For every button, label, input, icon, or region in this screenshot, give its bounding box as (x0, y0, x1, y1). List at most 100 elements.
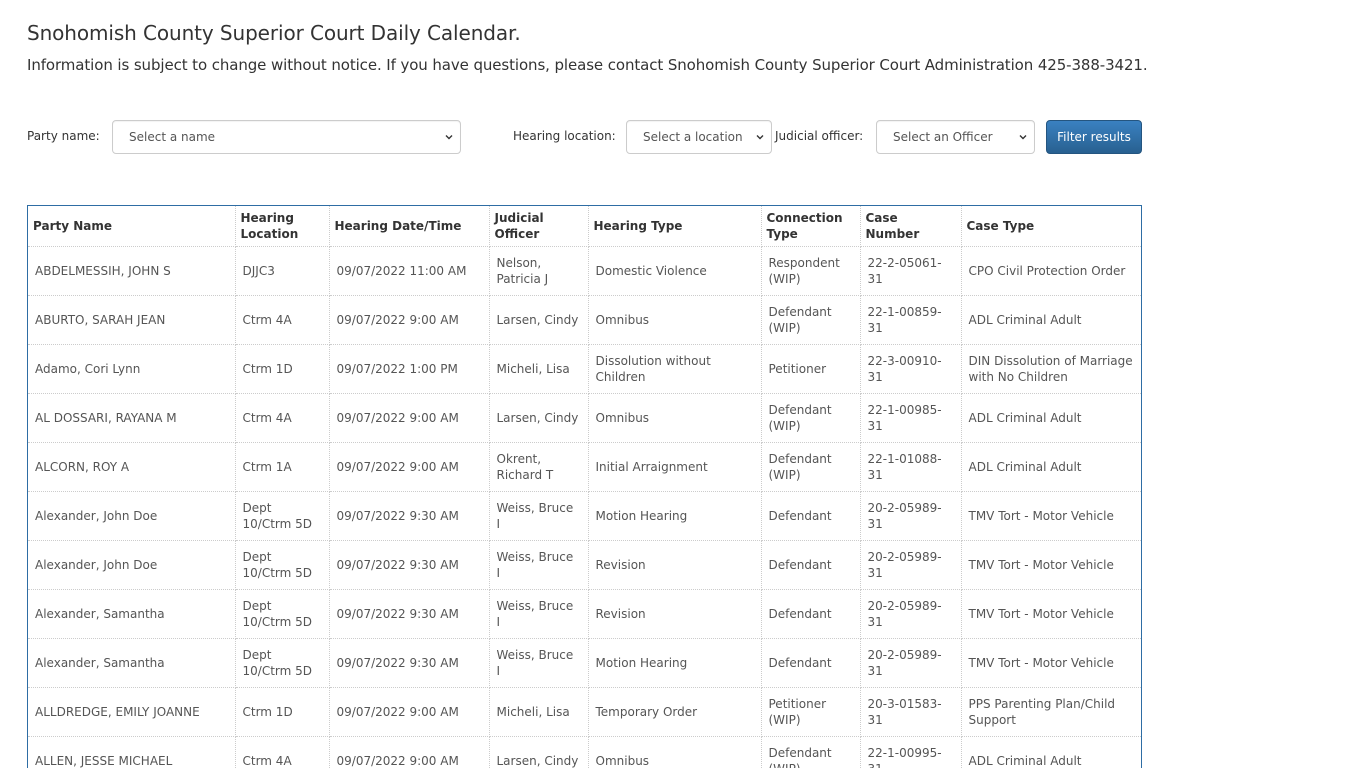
cell-connection-type: Defendant (761, 540, 861, 590)
judicial-officer-select[interactable]: Select an Officer (876, 120, 1035, 154)
cell-connection-type: Defendant (761, 638, 861, 688)
cell-case-type: PPS Parenting Plan/Child Support (961, 687, 1141, 737)
judicial-officer-label: Judicial officer: (775, 129, 864, 143)
cell-hearing-type: Domestic Violence (588, 246, 762, 296)
cell-hearing-location: DJJC3 (235, 246, 330, 296)
cell-hearing-location: Dept 10/Ctrm 5D (235, 540, 330, 590)
chevron-down-icon (445, 135, 453, 140)
cell-case-type: ADL Criminal Adult (961, 736, 1141, 768)
cell-hearing-type: Initial Arraignment (588, 442, 762, 492)
cell-judicial-officer: Larsen, Cindy (489, 295, 589, 345)
cell-connection-type: Defendant (761, 491, 861, 541)
cell-hearing-date-time: 09/07/2022 9:30 AM (329, 638, 490, 688)
party-name-select-value: Select a name (129, 130, 216, 144)
cell-hearing-location: Ctrm 1A (235, 442, 330, 492)
cell-connection-type: Petitioner (WIP) (761, 687, 861, 737)
chevron-down-icon (1019, 135, 1027, 140)
table-row: ALLEN, JESSE MICHAEL Ctrm 4A 09/07/2022 … (28, 736, 1141, 768)
cell-case-number: 22-1-00985-31 (860, 393, 962, 443)
filter-results-button[interactable]: Filter results (1046, 120, 1142, 154)
column-header-judicial-officer[interactable]: Judicial Officer (489, 206, 589, 247)
cell-case-type: CPO Civil Protection Order (961, 246, 1141, 296)
cell-connection-type: Defendant (WIP) (761, 442, 861, 492)
cell-case-type: ADL Criminal Adult (961, 442, 1141, 492)
cell-hearing-date-time: 09/07/2022 9:00 AM (329, 736, 490, 768)
column-header-hearing-location[interactable]: Hearing Location (235, 206, 330, 247)
column-header-connection-type[interactable]: Connection Type (761, 206, 861, 247)
cell-hearing-location: Ctrm 4A (235, 736, 330, 768)
cell-case-type: ADL Criminal Adult (961, 295, 1141, 345)
table-row: Alexander, Samantha Dept 10/Ctrm 5D 09/0… (28, 589, 1141, 639)
cell-case-type: TMV Tort - Motor Vehicle (961, 491, 1141, 541)
cell-party-name: ALLEN, JESSE MICHAEL (28, 736, 236, 768)
cell-hearing-location: Ctrm 4A (235, 393, 330, 443)
cell-connection-type: Defendant (WIP) (761, 393, 861, 443)
cell-hearing-location: Dept 10/Ctrm 5D (235, 638, 330, 688)
calendar-table: Party Name Hearing Location Hearing Date… (28, 206, 1141, 768)
cell-judicial-officer: Weiss, Bruce I (489, 540, 589, 590)
cell-hearing-date-time: 09/07/2022 9:30 AM (329, 540, 490, 590)
cell-connection-type: Defendant (WIP) (761, 295, 861, 345)
cell-party-name: ABDELMESSIH, JOHN S (28, 246, 236, 296)
column-header-case-number[interactable]: Case Number (860, 206, 962, 247)
cell-connection-type: Defendant (761, 589, 861, 639)
cell-party-name: Adamo, Cori Lynn (28, 344, 236, 394)
cell-hearing-type: Omnibus (588, 393, 762, 443)
page-title: Snohomish County Superior Court Daily Ca… (27, 21, 521, 45)
cell-case-number: 20-2-05989-31 (860, 540, 962, 590)
cell-hearing-date-time: 09/07/2022 9:00 AM (329, 687, 490, 737)
cell-party-name: Alexander, John Doe (28, 540, 236, 590)
table-row: AL DOSSARI, RAYANA M Ctrm 4A 09/07/2022 … (28, 393, 1141, 443)
column-header-hearing-date-time[interactable]: Hearing Date/Time (329, 206, 490, 247)
party-name-label: Party name: (27, 129, 100, 143)
cell-judicial-officer: Weiss, Bruce I (489, 491, 589, 541)
table-row: ALLDREDGE, EMILY JOANNE Ctrm 1D 09/07/20… (28, 687, 1141, 737)
cell-case-number: 22-1-00859-31 (860, 295, 962, 345)
table-row: Alexander, John Doe Dept 10/Ctrm 5D 09/0… (28, 491, 1141, 541)
cell-hearing-location: Ctrm 1D (235, 687, 330, 737)
cell-hearing-type: Motion Hearing (588, 638, 762, 688)
cell-hearing-date-time: 09/07/2022 1:00 PM (329, 344, 490, 394)
cell-hearing-type: Dissolution without Children (588, 344, 762, 394)
cell-party-name: Alexander, Samantha (28, 638, 236, 688)
cell-judicial-officer: Larsen, Cindy (489, 393, 589, 443)
cell-hearing-type: Revision (588, 589, 762, 639)
page-notice: Information is subject to change without… (27, 56, 1148, 74)
hearing-location-label: Hearing location: (513, 129, 616, 143)
cell-hearing-type: Revision (588, 540, 762, 590)
cell-connection-type: Defendant (WIP) (761, 736, 861, 768)
cell-hearing-type: Motion Hearing (588, 491, 762, 541)
chevron-down-icon (756, 135, 764, 140)
cell-judicial-officer: Weiss, Bruce I (489, 638, 589, 688)
cell-party-name: ALCORN, ROY A (28, 442, 236, 492)
cell-hearing-type: Omnibus (588, 736, 762, 768)
cell-hearing-type: Temporary Order (588, 687, 762, 737)
cell-case-number: 20-2-05989-31 (860, 491, 962, 541)
column-header-hearing-type[interactable]: Hearing Type (588, 206, 762, 247)
cell-connection-type: Petitioner (761, 344, 861, 394)
filter-bar: Party name: Select a name Hearing locati… (27, 120, 1147, 154)
cell-judicial-officer: Micheli, Lisa (489, 687, 589, 737)
court-calendar-page: Snohomish County Superior Court Daily Ca… (0, 0, 1366, 768)
table-row: ALCORN, ROY A Ctrm 1A 09/07/2022 9:00 AM… (28, 442, 1141, 492)
cell-judicial-officer: Weiss, Bruce I (489, 589, 589, 639)
column-header-party-name[interactable]: Party Name (28, 206, 236, 247)
table-row: Alexander, John Doe Dept 10/Ctrm 5D 09/0… (28, 540, 1141, 590)
table-row: ABDELMESSIH, JOHN S DJJC3 09/07/2022 11:… (28, 246, 1141, 296)
cell-case-type: TMV Tort - Motor Vehicle (961, 540, 1141, 590)
cell-party-name: Alexander, Samantha (28, 589, 236, 639)
party-name-select[interactable]: Select a name (112, 120, 461, 154)
table-row: Adamo, Cori Lynn Ctrm 1D 09/07/2022 1:00… (28, 344, 1141, 394)
cell-party-name: AL DOSSARI, RAYANA M (28, 393, 236, 443)
cell-hearing-date-time: 09/07/2022 11:00 AM (329, 246, 490, 296)
cell-judicial-officer: Okrent, Richard T (489, 442, 589, 492)
cell-judicial-officer: Larsen, Cindy (489, 736, 589, 768)
table-header-row: Party Name Hearing Location Hearing Date… (28, 206, 1141, 247)
cell-hearing-date-time: 09/07/2022 9:30 AM (329, 491, 490, 541)
cell-connection-type: Respondent (WIP) (761, 246, 861, 296)
cell-hearing-date-time: 09/07/2022 9:30 AM (329, 589, 490, 639)
cell-hearing-date-time: 09/07/2022 9:00 AM (329, 442, 490, 492)
table-row: ABURTO, SARAH JEAN Ctrm 4A 09/07/2022 9:… (28, 295, 1141, 345)
column-header-case-type[interactable]: Case Type (961, 206, 1141, 247)
hearing-location-select[interactable]: Select a location (626, 120, 772, 154)
